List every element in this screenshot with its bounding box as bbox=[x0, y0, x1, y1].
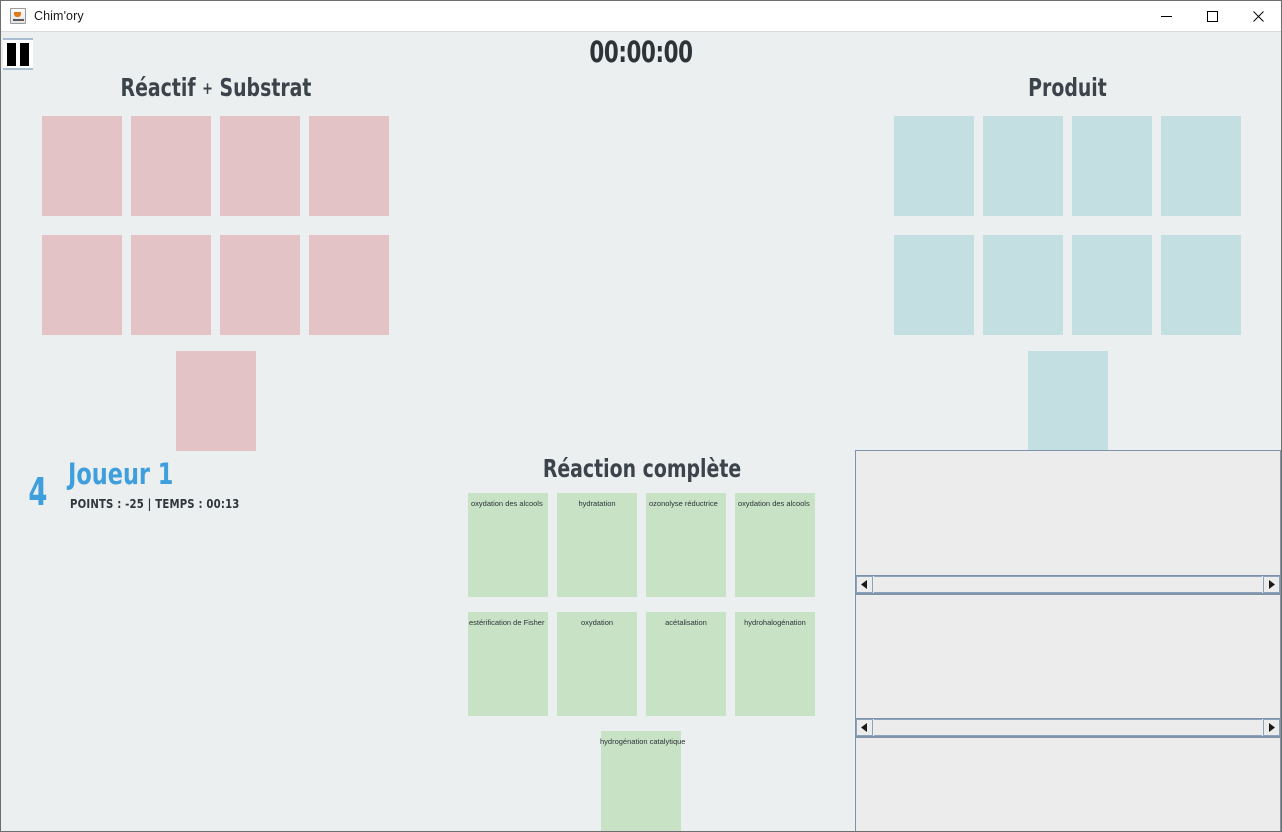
produit-card[interactable] bbox=[983, 235, 1063, 335]
side-panel bbox=[855, 594, 1281, 737]
reaction-card[interactable]: oxydation bbox=[557, 612, 637, 716]
scroll-left-button[interactable] bbox=[856, 719, 873, 736]
player-rank: 4 bbox=[28, 470, 48, 514]
java-coffee-cup-icon bbox=[10, 8, 26, 24]
reactif-card[interactable] bbox=[309, 235, 389, 335]
pause-icon-bar-right bbox=[20, 42, 29, 66]
window-controls bbox=[1143, 1, 1281, 32]
reaction-card-label: ozonolyse réductrice bbox=[649, 499, 718, 508]
title-bar: Chim'ory bbox=[1, 1, 1281, 32]
reactif-card[interactable] bbox=[220, 235, 300, 335]
reaction-card-label: hydratation bbox=[578, 499, 616, 508]
pause-button[interactable] bbox=[3, 38, 33, 70]
reaction-card[interactable]: oxydation des alcools bbox=[735, 493, 815, 597]
reactif-card[interactable] bbox=[220, 116, 300, 216]
minimize-button[interactable] bbox=[1143, 1, 1189, 32]
scroll-right-button[interactable] bbox=[1263, 719, 1280, 736]
reaction-card[interactable]: hydrohalogénation bbox=[735, 612, 815, 716]
side-panel-viewport bbox=[856, 595, 1280, 719]
reactif-card[interactable] bbox=[131, 116, 211, 216]
reaction-card[interactable]: acétalisation bbox=[646, 612, 726, 716]
reaction-card-label: acétalisation bbox=[665, 618, 707, 627]
player-name: Joueur 1 bbox=[68, 457, 174, 491]
reaction-card-label: hydrogénation catalytique bbox=[600, 737, 686, 746]
side-panel bbox=[855, 450, 1281, 594]
reactif-card[interactable] bbox=[42, 235, 122, 335]
horizontal-scrollbar[interactable] bbox=[856, 576, 1280, 593]
maximize-button[interactable] bbox=[1189, 1, 1235, 32]
scrollbar-track[interactable] bbox=[874, 576, 1262, 593]
reactif-substrat-heading: Réactif + Substrat bbox=[69, 73, 363, 102]
pause-icon-bar-left bbox=[7, 42, 16, 66]
reaction-card[interactable]: oxydation des alcools bbox=[468, 493, 548, 597]
produit-card[interactable] bbox=[983, 116, 1063, 216]
reaction-card[interactable]: ozonolyse réductrice bbox=[646, 493, 726, 597]
reaction-complete-heading: Réaction complète bbox=[542, 454, 742, 483]
reaction-card[interactable]: hydratation bbox=[557, 493, 637, 597]
reactif-card[interactable] bbox=[42, 116, 122, 216]
close-button[interactable] bbox=[1235, 1, 1281, 32]
player-stats: POINTS : -25 | TEMPS : 00:13 bbox=[70, 496, 240, 511]
reaction-card-label: hydrohalogénation bbox=[744, 618, 806, 627]
produit-card[interactable] bbox=[1072, 116, 1152, 216]
reaction-card-label: oxydation bbox=[580, 618, 614, 627]
produit-card[interactable] bbox=[894, 235, 974, 335]
reaction-card-label: estérification de Fisher bbox=[469, 618, 545, 627]
produit-card[interactable] bbox=[1028, 351, 1108, 451]
reactif-card[interactable] bbox=[176, 351, 256, 451]
horizontal-scrollbar[interactable] bbox=[856, 719, 1280, 736]
reactif-card[interactable] bbox=[309, 116, 389, 216]
scrollbar-track[interactable] bbox=[874, 719, 1262, 736]
side-panel-viewport bbox=[856, 738, 1280, 831]
produit-card[interactable] bbox=[1161, 116, 1241, 216]
produit-heading: Produit bbox=[1028, 73, 1107, 102]
reactif-card[interactable] bbox=[131, 235, 211, 335]
produit-card[interactable] bbox=[894, 116, 974, 216]
reaction-card-label: oxydation des alcools bbox=[738, 499, 810, 508]
side-panel-viewport bbox=[856, 451, 1280, 576]
reaction-card[interactable]: estérification de Fisher bbox=[468, 612, 548, 716]
application-window: Chim'ory 00:00:00 Réactif + Substrat Pro… bbox=[0, 0, 1282, 832]
reaction-card-label: oxydation des alcools bbox=[471, 499, 543, 508]
scroll-left-button[interactable] bbox=[856, 576, 873, 593]
produit-card[interactable] bbox=[1072, 235, 1152, 335]
game-timer: 00:00:00 bbox=[589, 35, 693, 69]
heading-substrat-text: Substrat bbox=[219, 73, 312, 102]
produit-card[interactable] bbox=[1161, 235, 1241, 335]
game-board: 00:00:00 Réactif + Substrat Produit Réac… bbox=[1, 32, 1281, 831]
scroll-right-button[interactable] bbox=[1263, 576, 1280, 593]
window-title: Chim'ory bbox=[34, 9, 84, 23]
side-panel bbox=[855, 737, 1281, 831]
heading-reactif-text: Réactif bbox=[120, 73, 196, 102]
heading-plus-text: + bbox=[202, 79, 213, 99]
reaction-card[interactable]: hydrogénation catalytique bbox=[600, 731, 685, 831]
